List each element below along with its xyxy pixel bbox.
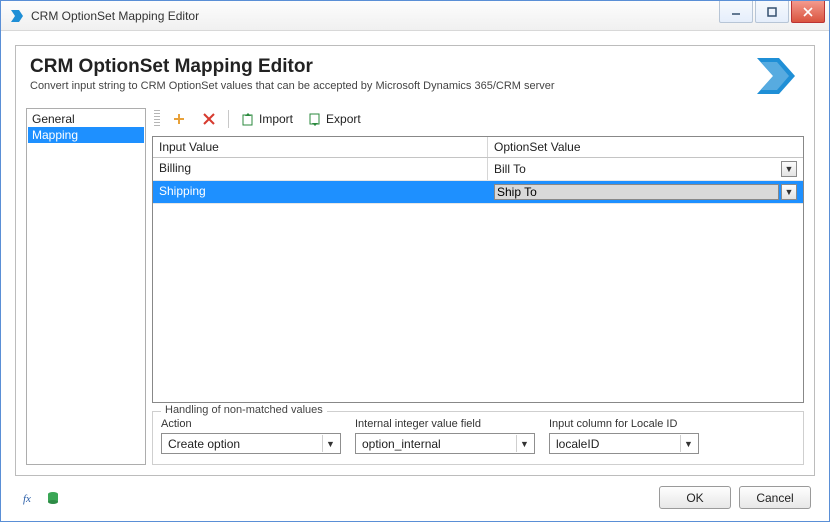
col-header-input[interactable]: Input Value [153,137,488,157]
main-panel: CRM OptionSet Mapping Editor Convert inp… [15,45,815,476]
internal-label: Internal integer value field [355,418,535,430]
export-label: Export [326,112,361,126]
delete-x-icon [201,111,217,127]
mapping-grid: Input Value OptionSet Value Billing Bill… [152,136,804,403]
ok-button[interactable]: OK [659,486,731,509]
chevron-down-icon[interactable]: ▼ [781,161,797,177]
page-subtitle: Convert input string to CRM OptionSet va… [30,80,555,92]
action-value: Create option [168,437,240,451]
sidebar-item-mapping[interactable]: Mapping [28,127,144,143]
export-icon [307,111,323,127]
window-controls [717,1,829,30]
window-title: CRM OptionSet Mapping Editor [31,9,717,23]
svg-text:fx: fx [23,493,31,505]
app-icon [9,8,25,24]
client-area: CRM OptionSet Mapping Editor Convert inp… [1,31,829,521]
cancel-button[interactable]: Cancel [739,486,811,509]
table-row[interactable]: Billing Bill To ▼ [153,158,803,181]
maximize-button[interactable] [755,1,789,23]
internal-dropdown[interactable]: option_internal ▼ [355,433,535,454]
chevron-down-icon: ▼ [322,435,338,452]
action-dropdown[interactable]: Create option ▼ [161,433,341,454]
content: General Mapping [16,108,814,475]
locale-label: Input column for Locale ID [549,418,699,430]
cell-input[interactable]: Shipping [153,181,488,203]
cell-optionset-value: Ship To [494,184,779,200]
toolbar-grip-icon [154,110,160,128]
right-pane: Import Export Input Value OptionSet Valu… [152,108,804,465]
delete-button[interactable] [196,108,222,130]
cell-optionset-value: Bill To [494,162,526,176]
col-header-optionset[interactable]: OptionSet Value [488,137,803,157]
function-icon[interactable]: fx [19,488,39,508]
grid-header: Input Value OptionSet Value [153,137,803,158]
panel-header: CRM OptionSet Mapping Editor Convert inp… [16,46,814,108]
internal-value: option_internal [362,437,441,451]
sidebar: General Mapping [26,108,146,465]
table-row[interactable]: Shipping Ship To ▼ [153,181,803,204]
import-icon [240,111,256,127]
toolbar: Import Export [152,108,804,130]
dynamics-logo-icon [750,56,800,96]
dialog-footer: fx OK Cancel [15,476,815,511]
fieldset-legend: Handling of non-matched values [161,404,327,416]
locale-dropdown[interactable]: localeID ▼ [549,433,699,454]
sidebar-item-general[interactable]: General [28,111,144,127]
chevron-down-icon: ▼ [516,435,532,452]
cell-optionset[interactable]: Ship To ▼ [488,181,803,203]
cell-input[interactable]: Billing [153,158,488,180]
window-frame: CRM OptionSet Mapping Editor CRM OptionS… [0,0,830,522]
close-button[interactable] [791,1,825,23]
page-title: CRM OptionSet Mapping Editor [30,56,555,78]
import-label: Import [259,112,293,126]
add-button[interactable] [166,108,192,130]
toolbar-separator [228,110,229,128]
plus-icon [171,111,187,127]
import-button[interactable]: Import [235,108,298,130]
chevron-down-icon[interactable]: ▼ [781,184,797,200]
action-label: Action [161,418,341,430]
export-button[interactable]: Export [302,108,366,130]
minimize-button[interactable] [719,1,753,23]
cell-optionset[interactable]: Bill To ▼ [488,158,803,180]
database-icon[interactable] [43,488,63,508]
locale-value: localeID [556,437,599,451]
chevron-down-icon: ▼ [680,435,696,452]
nonmatched-fieldset: Handling of non-matched values Action Cr… [152,411,804,465]
titlebar: CRM OptionSet Mapping Editor [1,1,829,31]
